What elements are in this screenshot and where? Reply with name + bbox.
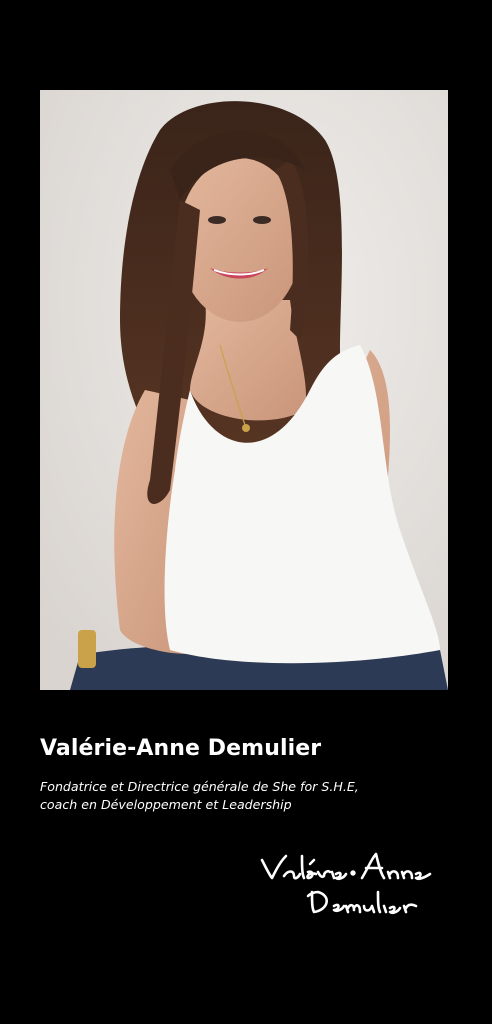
person-title-line-2: coach en Développement et Leadership bbox=[40, 797, 292, 812]
person-title: Fondatrice et Directrice générale de She… bbox=[40, 778, 470, 814]
handwritten-signature bbox=[258, 848, 448, 918]
person-name: Valérie-Anne Demulier bbox=[40, 736, 322, 761]
portrait-photo bbox=[40, 90, 448, 690]
profile-card: Valérie-Anne Demulier Fondatrice et Dire… bbox=[0, 0, 492, 1024]
person-title-line-1: Fondatrice et Directrice générale de She… bbox=[40, 779, 359, 794]
